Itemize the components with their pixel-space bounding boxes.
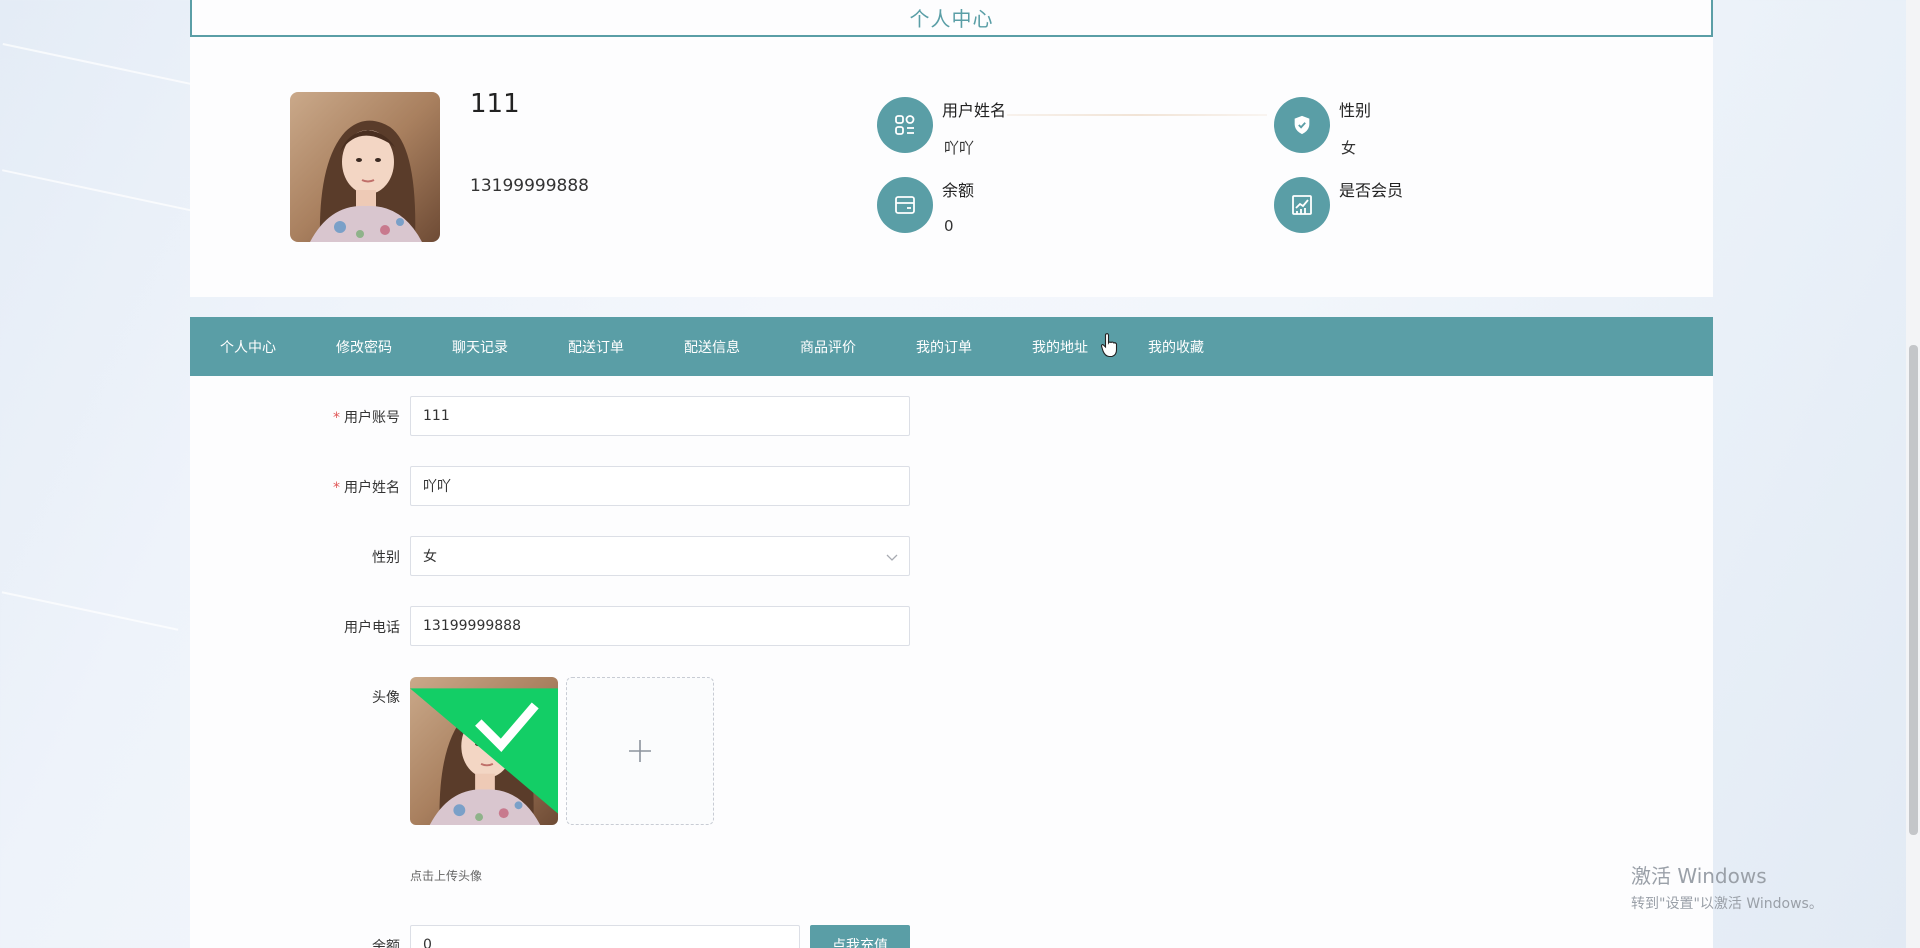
balance-input[interactable]: 0 [410,925,800,948]
tab-product-reviews[interactable]: 商品评价 [800,337,856,357]
profile-phone: 13199999888 [470,176,589,196]
recharge-button[interactable]: 点我充值 [810,925,910,948]
username-input[interactable]: 吖吖 [410,466,910,506]
wallet-icon [877,177,933,233]
windows-activation-watermark: 激活 Windows 转到"设置"以激活 Windows。 [1631,860,1823,913]
watermark-subtitle: 转到"设置"以激活 Windows。 [1631,896,1823,912]
gender-label: 性别 [372,550,400,566]
info-value: 女 [1341,139,1357,157]
chart-icon [1274,177,1330,233]
plus-icon [629,740,651,762]
profile-username: 111 [470,89,520,119]
tab-my-favorites[interactable]: 我的收藏 [1148,337,1204,357]
tab-my-address[interactable]: 我的地址 [1032,337,1088,357]
phone-input[interactable]: 13199999888 [410,606,910,646]
chevron-down-icon [886,554,898,561]
tab-chat-records[interactable]: 聊天记录 [452,337,508,357]
upload-hint: 点击上传头像 [410,869,483,883]
scrollbar-thumb[interactable] [1909,345,1918,835]
account-label: * 用户账号 [333,410,400,426]
info-label: 用户姓名 [942,101,1007,120]
check-icon [410,688,558,814]
info-label: 余额 [942,181,975,200]
main-container: 个人中心 111 13199999888 用户姓名 吖吖 性别 女 余额 0 是… [190,0,1713,948]
page-title: 个人中心 [909,7,994,31]
info-value: 吖吖 [944,139,975,157]
phone-label: 用户电话 [344,620,400,636]
apps-icon [877,97,933,153]
watermark-title: 激活 Windows [1631,864,1767,888]
tab-delivery-orders[interactable]: 配送订单 [568,337,624,357]
tab-delivery-info[interactable]: 配送信息 [684,337,740,357]
tab-change-password[interactable]: 修改密码 [336,337,392,357]
avatar-image [290,92,440,242]
uploaded-avatar[interactable] [410,677,558,825]
page-title-bar: 个人中心 [190,0,1713,37]
profile-card: 111 13199999888 用户姓名 吖吖 性别 女 余额 0 是否会员 [190,37,1713,297]
shield-icon [1274,97,1330,153]
hand-cursor-icon [1100,332,1120,358]
tab-my-orders[interactable]: 我的订单 [916,337,972,357]
avatar-label: 头像 [372,690,400,706]
nav-tabs: 个人中心 修改密码 聊天记录 配送订单 配送信息 商品评价 我的订单 我的地址 … [190,317,1713,376]
gender-select[interactable]: 女 [410,536,910,576]
tab-profile[interactable]: 个人中心 [220,337,276,357]
info-label: 是否会员 [1339,181,1404,200]
page-scrollbar[interactable] [1906,0,1920,948]
username-label: * 用户姓名 [333,480,400,496]
balance-label: 余额 [372,939,400,948]
account-input[interactable]: 111 [410,396,910,436]
upload-avatar-button[interactable] [566,677,714,825]
avatar [290,92,440,242]
info-label: 性别 [1339,101,1372,120]
profile-form: * 用户账号 111 * 用户姓名 吖吖 性别 女 用户电话 13199999888… [190,376,1713,948]
info-value: 0 [944,217,954,235]
